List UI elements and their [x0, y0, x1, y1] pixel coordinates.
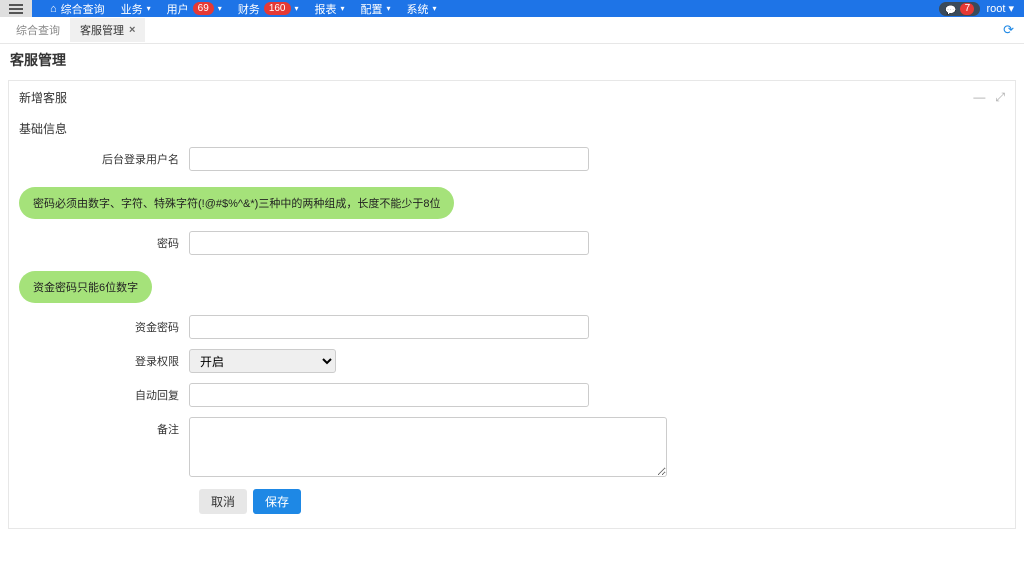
form-row-remark: 备注: [19, 417, 1005, 477]
chat-button[interactable]: 7: [939, 2, 980, 16]
fund-password-input[interactable]: [189, 315, 589, 339]
nav-label: 配置: [361, 1, 383, 17]
remark-textarea[interactable]: [189, 417, 667, 477]
username-label: 后台登录用户名: [19, 151, 189, 167]
login-perm-label: 登录权限: [19, 353, 189, 369]
maximize-icon[interactable]: ⤢: [995, 90, 1005, 105]
username-input[interactable]: [189, 147, 589, 171]
chevron-down-icon: ▾: [1008, 3, 1014, 15]
nav-finance[interactable]: 财务 160 ▾: [230, 1, 307, 17]
nav-label: 系统: [407, 1, 429, 17]
nav-config[interactable]: 配置 ▾: [353, 1, 399, 17]
password-tip: 密码必须由数字、字符、特殊字符(!@#$%^&*)三种中的两种组成，长度不能少于…: [19, 187, 454, 219]
password-label: 密码: [19, 235, 189, 251]
nav-label: 用户: [167, 1, 189, 17]
login-perm-select[interactable]: 开启: [189, 349, 336, 373]
nav-badge: 160: [264, 2, 291, 15]
chevron-down-icon: ▾: [341, 4, 345, 13]
refresh-icon[interactable]: ⟳: [1003, 22, 1018, 38]
form-row-password: 密码: [19, 231, 1005, 255]
chevron-down-icon: ▾: [433, 4, 437, 13]
chat-badge: 7: [960, 3, 974, 15]
remark-label: 备注: [19, 417, 189, 437]
tab-dashboard[interactable]: 综合查询: [6, 18, 70, 42]
home-icon: [50, 3, 57, 15]
nav-home[interactable]: 综合查询: [42, 1, 113, 17]
cancel-button[interactable]: 取消: [199, 489, 247, 514]
user-name: root: [986, 3, 1005, 15]
panel-body: 基础信息 后台登录用户名 密码必须由数字、字符、特殊字符(!@#$%^&*)三种…: [9, 114, 1015, 528]
section-header: 基础信息: [19, 114, 1005, 147]
tab-label: 客服管理: [80, 22, 124, 38]
form-row-username: 后台登录用户名: [19, 147, 1005, 171]
tabs-row: 综合查询 客服管理 × ⟳: [0, 17, 1024, 44]
nav-badge: 69: [193, 2, 214, 15]
password-input[interactable]: [189, 231, 589, 255]
nav-left: 综合查询 业务 ▾ 用户 69 ▾ 财务 160 ▾ 报表 ▾ 配置 ▾ 系统 …: [32, 1, 445, 17]
top-navbar: 综合查询 业务 ▾ 用户 69 ▾ 财务 160 ▾ 报表 ▾ 配置 ▾ 系统 …: [0, 0, 1024, 17]
chat-icon: [945, 2, 956, 16]
chevron-down-icon: ▾: [147, 4, 151, 13]
auto-reply-input[interactable]: [189, 383, 589, 407]
nav-business[interactable]: 业务 ▾: [113, 1, 159, 17]
form-row-auto-reply: 自动回复: [19, 383, 1005, 407]
menu-toggle-icon[interactable]: [0, 0, 32, 17]
chevron-down-icon: ▾: [218, 4, 222, 13]
auto-reply-label: 自动回复: [19, 387, 189, 403]
button-row: 取消 保存: [19, 489, 1005, 514]
nav-system[interactable]: 系统 ▾: [399, 1, 445, 17]
panel-title: 新增客服: [19, 89, 67, 106]
form-row-login-perm: 登录权限 开启: [19, 349, 1005, 373]
save-button[interactable]: 保存: [253, 489, 301, 514]
chevron-down-icon: ▾: [295, 4, 299, 13]
fund-password-tip: 资金密码只能6位数字: [19, 271, 152, 303]
panel-header: 新增客服 — ⤢: [9, 81, 1015, 114]
nav-report[interactable]: 报表 ▾: [307, 1, 353, 17]
nav-user[interactable]: 用户 69 ▾: [159, 1, 230, 17]
fund-password-label: 资金密码: [19, 319, 189, 335]
nav-label: 财务: [238, 1, 260, 17]
panel: 新增客服 — ⤢ 基础信息 后台登录用户名 密码必须由数字、字符、特殊字符(!@…: [8, 80, 1016, 529]
form-row-fund-password: 资金密码: [19, 315, 1005, 339]
close-icon[interactable]: ×: [129, 24, 135, 36]
page-title: 客服管理: [0, 44, 1024, 76]
chevron-down-icon: ▾: [387, 4, 391, 13]
nav-right: 7 root ▾: [939, 2, 1024, 16]
nav-label: 业务: [121, 1, 143, 17]
tab-label: 综合查询: [16, 22, 60, 38]
nav-label: 报表: [315, 1, 337, 17]
nav-label: 综合查询: [61, 1, 105, 17]
tab-customer-service[interactable]: 客服管理 ×: [70, 18, 145, 42]
panel-tools: — ⤢: [973, 90, 1005, 105]
user-menu[interactable]: root ▾: [986, 2, 1014, 15]
collapse-icon[interactable]: —: [973, 90, 985, 105]
